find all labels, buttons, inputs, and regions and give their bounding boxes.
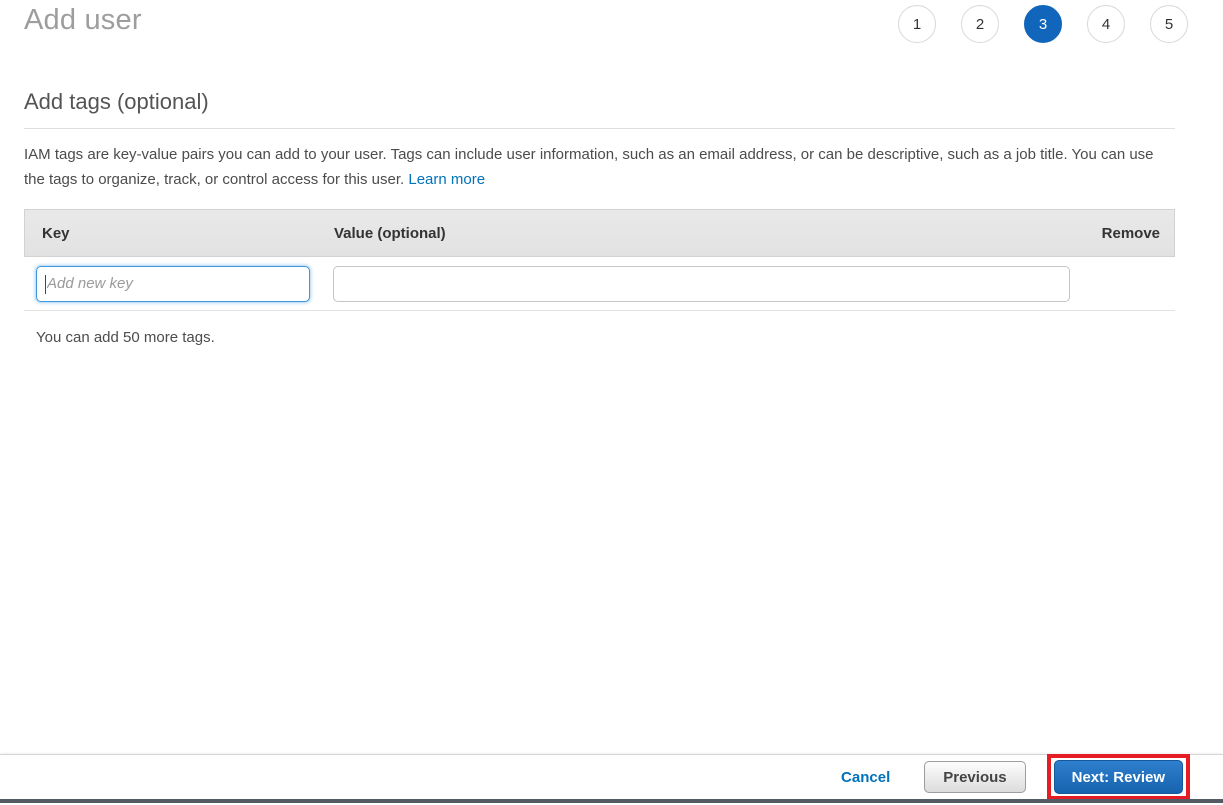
wizard-footer: Cancel Previous Next: Review	[0, 754, 1223, 799]
step-indicator: 1 2 3 4 5	[898, 5, 1188, 43]
main-content: Add tags (optional) IAM tags are key-val…	[0, 89, 1223, 346]
step-1: 1	[898, 5, 936, 43]
key-input-wrap	[24, 266, 310, 302]
column-header-value: Value (optional)	[334, 225, 1069, 242]
learn-more-link[interactable]: Learn more	[408, 171, 485, 188]
tags-table: Key Value (optional) Remove You can add …	[24, 209, 1175, 346]
section-description: IAM tags are key-value pairs you can add…	[24, 142, 1175, 192]
section-heading: Add tags (optional)	[24, 89, 1175, 129]
tags-table-header: Key Value (optional) Remove	[24, 209, 1175, 257]
tag-row	[24, 257, 1175, 311]
value-cell	[333, 266, 1070, 302]
add-user-wizard-page: Add user 1 2 3 4 5 Add tags (optional) I…	[0, 0, 1223, 805]
step-5: 5	[1150, 5, 1188, 43]
page-header: Add user 1 2 3 4 5	[0, 0, 1223, 43]
key-cell	[24, 266, 333, 302]
text-caret	[45, 275, 46, 294]
page-title: Add user	[24, 2, 142, 38]
red-highlight-annotation: Next: Review	[1047, 754, 1190, 800]
cancel-link[interactable]: Cancel	[841, 769, 890, 786]
description-text: IAM tags are key-value pairs you can add…	[24, 146, 1154, 188]
tag-key-input[interactable]	[36, 266, 310, 302]
previous-button[interactable]: Previous	[924, 761, 1025, 793]
column-header-remove: Remove	[1069, 225, 1174, 242]
step-3-active: 3	[1024, 5, 1062, 43]
step-4: 4	[1087, 5, 1125, 43]
step-2: 2	[961, 5, 999, 43]
bottom-bar	[0, 799, 1223, 803]
tags-remaining-hint: You can add 50 more tags.	[36, 329, 1175, 346]
column-header-key: Key	[25, 225, 334, 242]
tag-value-input[interactable]	[333, 266, 1070, 302]
next-review-button[interactable]: Next: Review	[1054, 760, 1183, 794]
